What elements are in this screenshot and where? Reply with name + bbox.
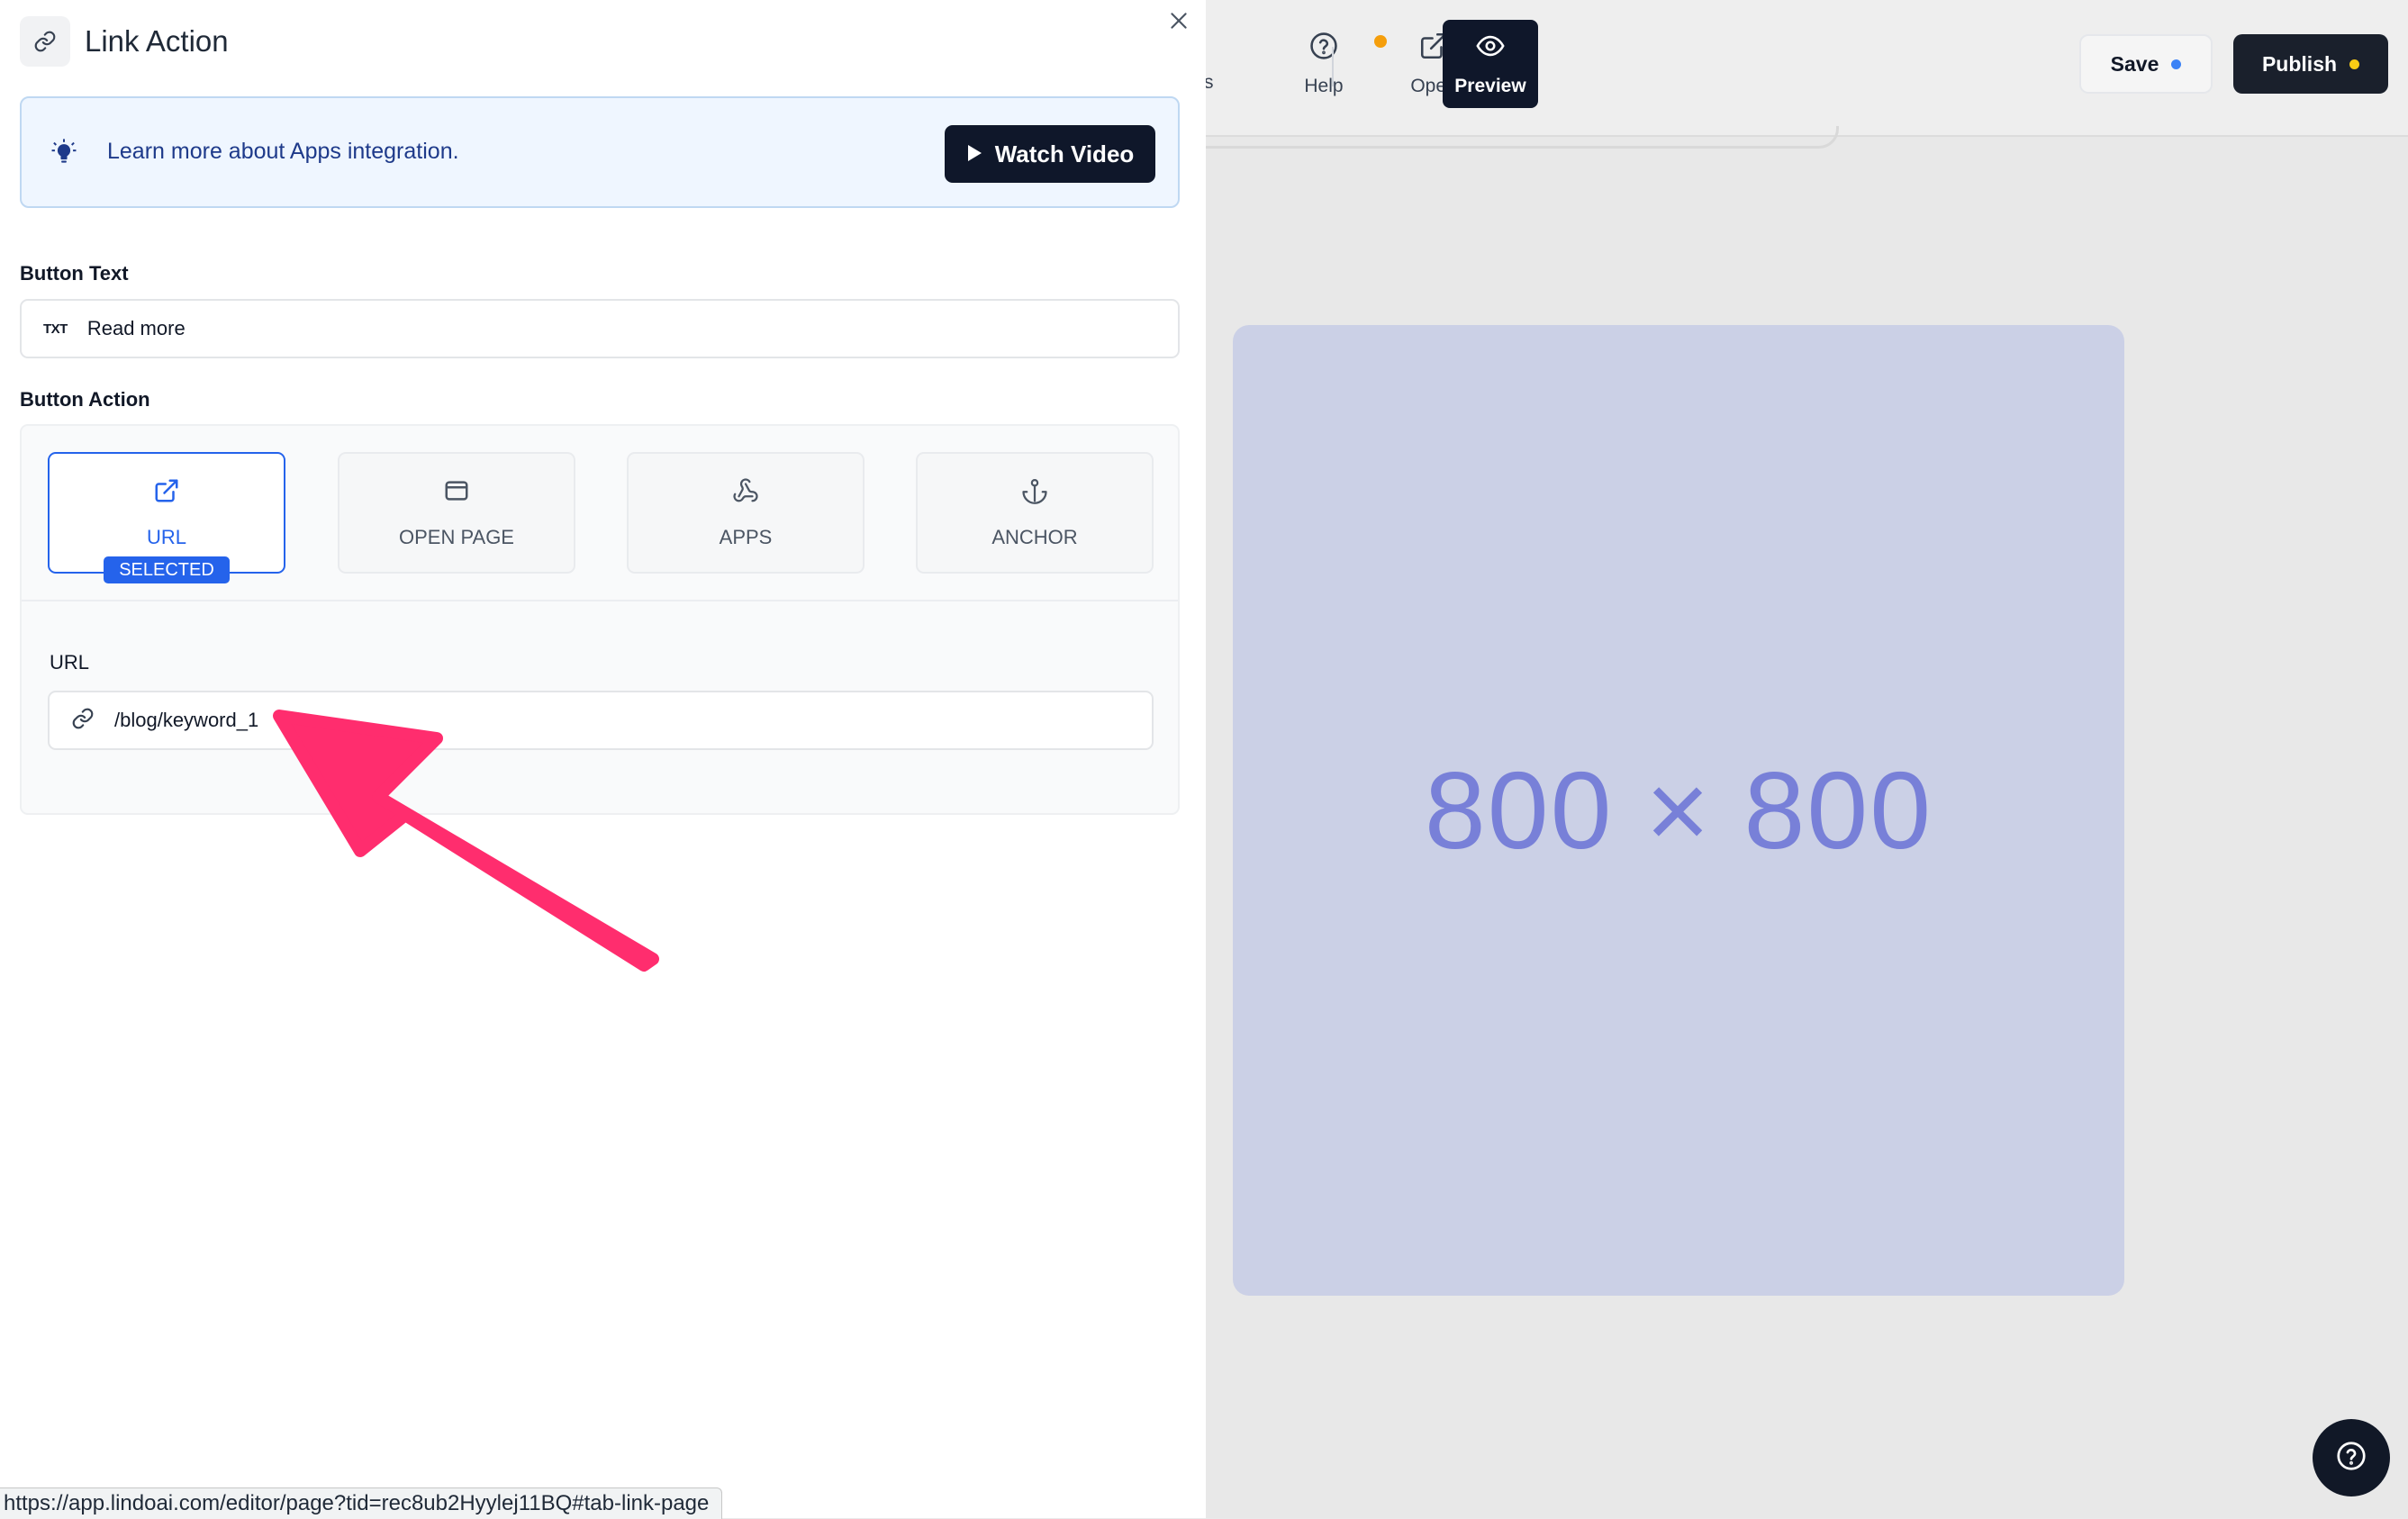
button-action-label: Button Action <box>20 388 150 411</box>
browser-status-bar: https://app.lindoai.com/editor/page?tid=… <box>0 1487 723 1519</box>
action-divider <box>22 600 1178 601</box>
info-banner-text: Learn more about Apps integration. <box>107 139 459 164</box>
lightbulb-icon <box>49 138 79 168</box>
button-text-value: Read more <box>86 317 186 339</box>
button-text-input[interactable]: TXT Read more <box>20 299 1180 358</box>
eye-icon <box>1475 31 1506 67</box>
action-option-anchor[interactable]: ANCHOR <box>916 452 1154 574</box>
image-placeholder[interactable]: 800 × 800 <box>1233 325 2124 1296</box>
question-icon <box>2335 1440 2367 1477</box>
preview-label: Preview <box>1454 76 1526 96</box>
preview-button[interactable]: Preview <box>1443 20 1538 108</box>
support-chat-button[interactable] <box>2313 1419 2390 1496</box>
help-icon <box>1308 31 1339 67</box>
anchor-icon <box>1021 477 1048 510</box>
panel-title: Link Action <box>85 24 229 58</box>
publish-status-dot <box>2349 59 2360 69</box>
play-icon <box>966 140 982 168</box>
external-link-icon <box>153 477 180 510</box>
action-option-label: ANCHOR <box>991 525 1078 548</box>
link-icon <box>20 16 70 67</box>
url-value: /blog/keyword_1 <box>114 709 259 731</box>
action-option-label: APPS <box>719 525 773 548</box>
window-icon <box>443 477 470 510</box>
action-option-open-page[interactable]: OPEN PAGE <box>338 452 575 574</box>
watch-video-label: Watch Video <box>994 140 1135 167</box>
action-option-label: OPEN PAGE <box>399 525 514 548</box>
publish-label: Publish <box>2261 51 2338 76</box>
publish-button[interactable]: Publish <box>2233 34 2388 94</box>
editor-canvas: s Help Open Preview Save Publish 800 × 8… <box>1204 0 2408 1518</box>
save-button[interactable]: Save <box>2079 34 2213 94</box>
link-icon <box>71 707 95 735</box>
text-type-icon: TXT <box>43 321 68 337</box>
save-status-dot <box>2171 59 2182 69</box>
image-size-label: 800 × 800 <box>1424 749 1933 872</box>
panel-header: Link Action <box>20 16 229 67</box>
page-frame-edge <box>1206 126 1839 149</box>
help-label: Help <box>1304 76 1344 96</box>
link-action-panel: Link Action Learn more about Apps integr… <box>0 0 1206 1519</box>
close-icon <box>1167 9 1190 37</box>
action-option-apps[interactable]: APPS <box>627 452 865 574</box>
button-text-label: Button Text <box>20 262 129 285</box>
action-option-url[interactable]: URL SELECTED <box>48 452 285 583</box>
help-button[interactable]: Help <box>1277 20 1387 108</box>
editor-toolbar: s Help Open Preview Save Publish <box>1204 0 2408 137</box>
close-button[interactable] <box>1163 7 1194 38</box>
webhook-icon <box>732 477 759 510</box>
annotation-arrow <box>273 710 659 972</box>
watch-video-button[interactable]: Watch Video <box>945 125 1155 183</box>
info-banner: Learn more about Apps integration. Watch… <box>20 96 1180 208</box>
toolbar-divider <box>1332 47 1334 86</box>
url-field-label: URL <box>50 651 90 674</box>
selected-badge: SELECTED <box>104 556 230 583</box>
help-notification-dot <box>1374 35 1387 48</box>
save-label: Save <box>2110 51 2159 76</box>
action-option-label: URL <box>146 525 186 548</box>
